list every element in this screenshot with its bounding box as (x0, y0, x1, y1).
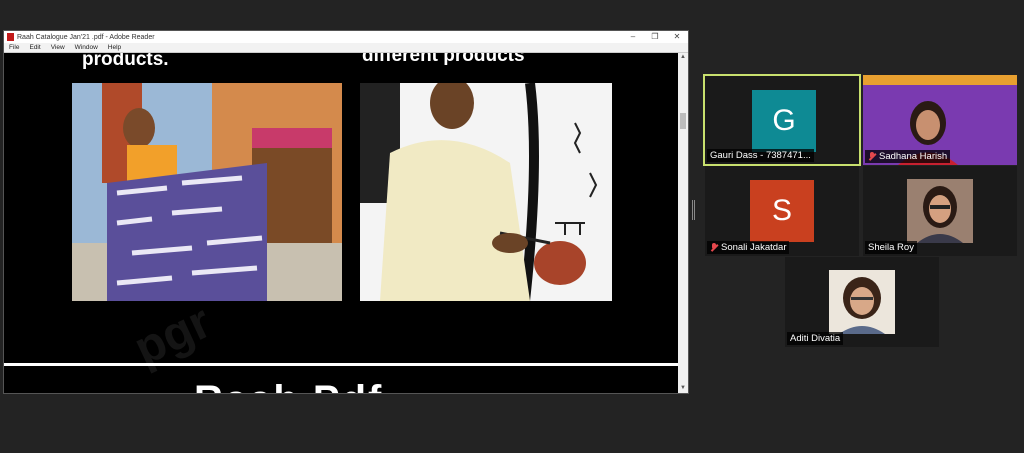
participant-name: Sonali Jakatdar (707, 241, 790, 254)
slide-caption-right: different products (362, 53, 525, 66)
participant-video (829, 270, 895, 334)
photo-warli-artisan (360, 83, 612, 301)
participant-name-text: Sadhana Harish (879, 151, 948, 162)
close-button[interactable]: ✕ (666, 31, 688, 43)
menu-window[interactable]: Window (70, 44, 103, 51)
scroll-down-arrow-icon[interactable]: ▼ (678, 384, 688, 393)
participant-tile-sadhana[interactable]: Sadhana Harish (863, 75, 1017, 165)
window-title: Raah Catalogue Jan'21 .pdf - Adobe Reade… (17, 33, 155, 41)
participant-name: Gauri Dass - 7387471... (707, 149, 814, 162)
window-titlebar: Raah Catalogue Jan'21 .pdf - Adobe Reade… (4, 31, 688, 43)
participant-tile-sheila[interactable]: Sheila Roy (863, 166, 1017, 256)
participant-video (907, 179, 973, 243)
participant-name-text: Aditi Divatia (790, 333, 841, 344)
participant-tile-aditi[interactable]: Aditi Divatia (785, 257, 939, 347)
avatar: G (752, 90, 816, 152)
scroll-thumb[interactable] (680, 113, 686, 129)
pdf-icon (7, 33, 14, 41)
vertical-scrollbar[interactable]: ▲ ▼ (678, 53, 688, 393)
photo-quilt-artisan (72, 83, 342, 301)
restore-button[interactable]: ❐ (644, 31, 666, 43)
participant-tile-sonali[interactable]: S Sonali Jakatdar (705, 166, 859, 256)
menu-help[interactable]: Help (103, 44, 126, 51)
menu-bar: File Edit View Window Help (4, 43, 688, 53)
next-page-title: Raah Pdf (194, 378, 383, 393)
muted-mic-icon (868, 152, 876, 161)
participant-name: Aditi Divatia (787, 332, 844, 345)
menu-view[interactable]: View (46, 44, 70, 51)
participant-name-text: Sonali Jakatdar (721, 242, 787, 253)
scroll-up-arrow-icon[interactable]: ▲ (678, 53, 688, 62)
meeting-stage: Raah Catalogue Jan'21 .pdf - Adobe Reade… (0, 0, 1024, 453)
shared-screen-window: Raah Catalogue Jan'21 .pdf - Adobe Reade… (3, 30, 689, 394)
minimize-button[interactable]: – (622, 31, 644, 43)
page-separator (4, 363, 679, 366)
avatar: S (750, 180, 814, 242)
slide-caption-left: products. (82, 53, 169, 70)
menu-file[interactable]: File (4, 44, 24, 51)
participant-name: Sheila Roy (865, 241, 917, 254)
participant-name-text: Gauri Dass - 7387471... (710, 150, 811, 161)
menu-edit[interactable]: Edit (24, 44, 45, 51)
muted-mic-icon (710, 243, 718, 252)
document-view[interactable]: products. different products pgr (4, 53, 679, 393)
participant-tile-gauri[interactable]: G Gauri Dass - 7387471... (703, 74, 861, 166)
participant-name: Sadhana Harish (865, 150, 951, 163)
panel-resize-handle[interactable] (692, 200, 695, 220)
participant-name-text: Sheila Roy (868, 242, 914, 253)
